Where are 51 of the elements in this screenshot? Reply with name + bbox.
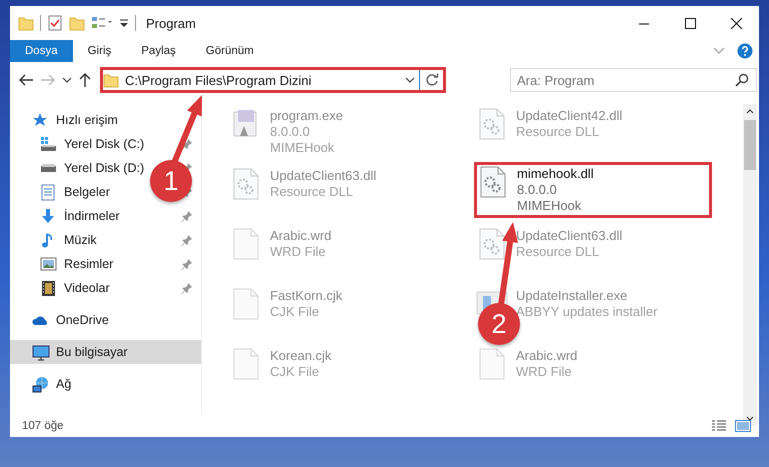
file-detail: 8.0.0.0 (270, 124, 311, 140)
close-icon (728, 18, 744, 28)
search-field[interactable]: Ara: Program (510, 68, 757, 92)
ribbon-tab[interactable]: Giriş (72, 40, 126, 62)
file-name[interactable]: mimehook.dll (517, 166, 594, 182)
maximize-icon (682, 18, 698, 28)
ribbon-tab[interactable]: Paylaş (126, 40, 191, 62)
sidebar-item[interactable]: Videolar (64, 281, 110, 295)
monitor-icon (32, 344, 50, 360)
drive-icon (40, 164, 58, 172)
sidebar-item[interactable]: Müzik (64, 233, 97, 247)
folder-icon (103, 72, 119, 88)
sidebar-item[interactable]: Resimler (64, 257, 114, 271)
sidebar-item[interactable]: Belgeler (64, 185, 110, 199)
help-icon[interactable] (737, 43, 753, 59)
search-icon (735, 73, 749, 87)
back-arrow-icon[interactable] (18, 73, 34, 87)
chevron-down-icon[interactable] (405, 76, 415, 84)
details-view-icon[interactable] (711, 420, 727, 432)
checklist-icon[interactable] (47, 15, 63, 31)
sidebar-item[interactable]: Yerel Disk (D:) (64, 161, 144, 175)
sidebar-item[interactable]: Bu bilgisayar (56, 345, 128, 359)
file-detail: MIMEHook (270, 140, 336, 156)
file-detail: Resource DLL (516, 124, 600, 140)
large-icons-view-icon[interactable] (735, 420, 751, 432)
up-arrow-icon[interactable] (78, 72, 92, 88)
ribbon-tab[interactable]: Görünüm (190, 40, 269, 62)
drive-icon (40, 136, 58, 152)
sidebar-item[interactable]: Ağ (56, 377, 72, 391)
film-icon (40, 280, 58, 296)
properties-icon[interactable] (91, 15, 113, 31)
sidebar-item[interactable]: İndirmeler (64, 209, 120, 223)
file-detail: CJK File (270, 304, 320, 320)
sidebar-item[interactable]: OneDrive (56, 313, 109, 327)
ribbon-tab[interactable]: Dosya (10, 40, 73, 62)
file-detail: 8.0.0.0 (517, 182, 558, 198)
window-title: Program (146, 16, 196, 30)
picture-icon (40, 256, 58, 272)
file-detail: CJK File (270, 364, 320, 380)
chevron-down-icon[interactable] (62, 76, 72, 84)
file-detail: WRD File (270, 244, 327, 260)
sidebar-item[interactable]: Yerel Disk (C:) (64, 137, 144, 151)
file-detail: Resource DLL (270, 184, 354, 200)
refresh-icon (424, 73, 438, 87)
file-detail: Resource DLL (516, 244, 600, 260)
item-count: 107 öğe (22, 420, 64, 432)
address-bar[interactable]: C:\Program Files\Program Dizini (100, 67, 446, 93)
globe-icon (32, 376, 50, 392)
sidebar-item[interactable]: Hızlı erişim (56, 113, 118, 127)
file-detail: MIMEHook (517, 198, 582, 214)
file-detail: WRD File (516, 364, 573, 380)
